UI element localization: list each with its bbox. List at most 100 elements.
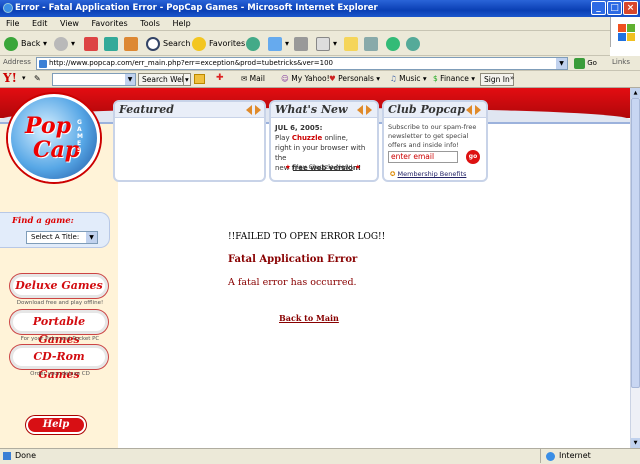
title-bar: Error - Fatal Application Error - PopCap… (0, 0, 640, 17)
search-button[interactable]: Search (146, 35, 190, 52)
edit-button[interactable]: ▾ (316, 35, 337, 52)
refresh-button[interactable] (104, 35, 121, 52)
mail-icon (268, 36, 282, 51)
history-button[interactable] (246, 35, 263, 52)
news-date: JUL 6, 2005: (275, 124, 323, 132)
help-button[interactable]: Help (26, 416, 86, 434)
forward-button[interactable]: ▾ (54, 35, 75, 52)
portable-games-button[interactable]: Portable Games (10, 310, 108, 346)
club-blurb: Subscribe to our spam-free newsletter to… (388, 123, 477, 149)
portable-subtitle: For your Palm and Pocket PC (20, 336, 100, 342)
news-line-2: right in your browser with the (275, 144, 366, 162)
search-icon (146, 36, 160, 51)
maximize-button[interactable]: □ (607, 1, 622, 15)
play-chuzzle-link[interactable]: ★ Play Chuzzle Now! ★ (285, 163, 361, 171)
deluxe-games-button[interactable]: Deluxe Games (10, 274, 108, 298)
my-yahoo-button[interactable]: ☺ My Yahoo! (281, 74, 330, 83)
print-button[interactable] (294, 35, 311, 52)
menu-view[interactable]: View (60, 19, 79, 28)
antispy-icon[interactable]: ✚ (216, 73, 224, 83)
featured-title: Featured (115, 102, 264, 118)
featured-box: Featured (113, 100, 266, 182)
popcap-logo[interactable]: Pop Cap GAMES (8, 94, 100, 182)
discuss-button[interactable] (344, 35, 361, 52)
star-icon: ★ (354, 163, 361, 171)
scroll-thumb[interactable] (631, 98, 640, 388)
yahoo-search-dropdown-icon[interactable]: ▼ (125, 74, 135, 85)
pencil-icon[interactable]: ✎ (34, 74, 41, 83)
search-web-dropdown-icon[interactable]: ▾ (183, 73, 191, 86)
sign-in-button[interactable]: Sign In (480, 73, 514, 86)
refresh-icon (104, 36, 118, 51)
stop-icon (84, 36, 98, 51)
home-button[interactable] (124, 35, 141, 52)
internet-zone-icon (546, 452, 555, 461)
menu-favorites[interactable]: Favorites (92, 19, 128, 28)
vertical-scrollbar[interactable]: ▲ ▼ (630, 88, 640, 448)
ie-icon (3, 3, 13, 13)
address-dropdown-icon[interactable]: ▼ (556, 58, 567, 69)
chevron-down-icon[interactable]: ▼ (86, 232, 97, 243)
mail-button[interactable]: ▾ (268, 35, 289, 52)
email-input[interactable]: enter email (388, 151, 458, 163)
finance-button[interactable]: $ Finance ▾ (433, 74, 475, 83)
featured-prev-icon[interactable] (246, 105, 252, 115)
star-icon (192, 36, 206, 51)
menu-tools[interactable]: Tools (140, 19, 160, 28)
research-button[interactable] (364, 35, 381, 52)
menu-file[interactable]: File (6, 19, 19, 28)
zone-text: Internet (559, 451, 591, 460)
personals-button[interactable]: ♥ Personals ▾ (329, 74, 380, 83)
status-text: Done (15, 451, 37, 460)
menu-help[interactable]: Help (172, 19, 190, 28)
close-button[interactable]: × (623, 1, 638, 15)
links-button[interactable]: Links (612, 58, 630, 66)
favorites-button[interactable]: Favorites (192, 35, 245, 52)
featured-next-icon[interactable] (255, 105, 261, 115)
address-input[interactable]: http://www.popcap.com/err_main.php?err=e… (36, 57, 568, 70)
go-arrow-icon (574, 57, 585, 69)
membership-benefits-link[interactable]: ✪ Membership Benefits (390, 170, 466, 178)
back-to-main-link[interactable]: Back to Main (279, 313, 339, 323)
back-arrow-icon (4, 36, 18, 51)
scroll-up-icon[interactable]: ▲ (631, 88, 640, 98)
address-bar: Address http://www.popcap.com/err_main.p… (0, 56, 640, 71)
highlight-icon[interactable] (194, 74, 205, 84)
status-bar: Done Internet (0, 448, 640, 464)
yahoo-search-input[interactable]: ▼ (52, 73, 136, 86)
yahoo-more-icon[interactable]: » (510, 74, 514, 82)
scroll-down-icon[interactable]: ▼ (631, 438, 640, 448)
whats-new-next-icon[interactable] (366, 105, 372, 115)
back-button[interactable]: Back ▾ (4, 35, 47, 52)
music-button[interactable]: ♫ Music ▾ (390, 74, 427, 83)
star-icon: ★ (285, 163, 291, 171)
edit-icon (316, 36, 330, 51)
club-next-icon[interactable] (475, 105, 481, 115)
go-button[interactable]: Go (574, 57, 597, 70)
research-icon (364, 36, 378, 51)
cdrom-games-button[interactable]: CD-Rom Games (10, 345, 108, 381)
error-heading: Fatal Application Error (228, 254, 358, 265)
find-game-label: Find a game: (12, 216, 74, 226)
deluxe-subtitle: Download free and play offline! (16, 300, 104, 306)
cdrom-subtitle: Order your deluxe CD (30, 371, 90, 377)
whats-new-box: What's New JUL 6, 2005: Play Chuzzle onl… (269, 100, 379, 182)
whats-new-prev-icon[interactable] (357, 105, 363, 115)
menu-edit[interactable]: Edit (32, 19, 48, 28)
yahoo-logo-icon[interactable]: Y! (3, 71, 17, 85)
discuss-icon (344, 36, 358, 51)
windows-logo-icon (610, 17, 640, 47)
yahoo-mail-button[interactable]: ✉ Mail (241, 74, 265, 83)
messenger-button[interactable] (386, 35, 403, 52)
bullet-icon: ✪ (390, 170, 396, 178)
window-title: Error - Fatal Application Error - PopCap… (15, 3, 378, 13)
minimize-button[interactable]: _ (591, 1, 606, 15)
forward-arrow-icon (54, 36, 68, 51)
contacts-button[interactable] (406, 35, 423, 52)
club-prev-icon[interactable] (466, 105, 472, 115)
game-select[interactable]: Select A Title: ▼ (26, 231, 98, 244)
history-icon (246, 36, 260, 51)
contacts-icon (406, 36, 420, 51)
email-go-button[interactable]: go (466, 150, 480, 164)
stop-button[interactable] (84, 35, 101, 52)
